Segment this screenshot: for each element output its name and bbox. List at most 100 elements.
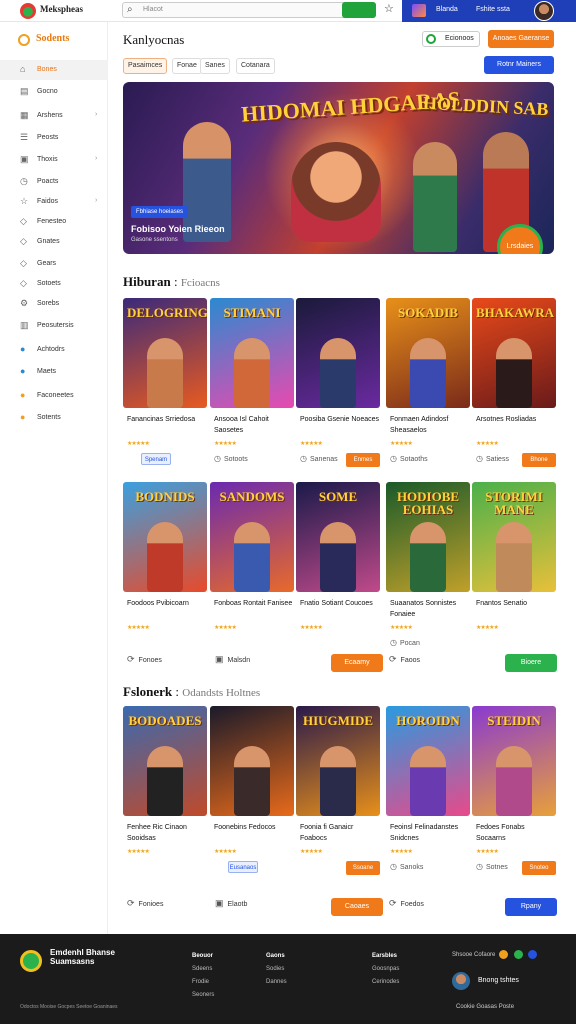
footer-col2-title: Gaons <box>266 953 285 959</box>
row-footer-button[interactable]: Ecaamy <box>331 654 383 672</box>
chip-3[interactable]: Cotanara <box>236 58 275 74</box>
sidebar-item[interactable]: ◷ Poacts <box>0 172 108 192</box>
social-orange-icon[interactable] <box>499 950 509 959</box>
game-card[interactable]: HIUGMIDE Foonia fi Ganaicr Foabocs ★★★★★ Ss… <box>296 706 380 882</box>
game-cover-image[interactable]: DELOGRING <box>123 298 207 408</box>
sidebar-item[interactable]: ☆ Faidos › <box>0 192 108 212</box>
rating-stars: ★★★★★ <box>214 849 237 855</box>
sidebar-item[interactable]: ⌂ Bones <box>0 60 108 80</box>
game-card[interactable]: Poosiba Gsenie Noeaces ★★★★★ ◷ Sanenas Enmes <box>296 298 380 474</box>
row-footer-item[interactable]: ⟳ Faoos Bioere <box>389 654 559 672</box>
banner-tag[interactable]: Fbhiase hoeiases <box>131 206 189 218</box>
sidebar-item[interactable]: ▤ Gocno <box>0 82 108 102</box>
language-label[interactable]: Blanda <box>436 6 458 13</box>
row-footer-button[interactable]: Rpany <box>505 898 557 916</box>
game-pill[interactable]: Spenam <box>141 453 171 465</box>
play-button[interactable]: Enmes <box>346 453 380 467</box>
row-footer-item[interactable]: ⟳ Foedos Rpany <box>389 898 559 916</box>
game-cover-image[interactable]: SOKADIB <box>386 298 470 408</box>
game-cover-image[interactable]: SANDOMS <box>210 482 294 592</box>
blue-dot-icon: ● <box>20 366 26 376</box>
game-card[interactable]: BODOADES Fenhee Ric Cinaon Sooidsas ★★★★★ <box>123 706 207 882</box>
footer-legal-links[interactable]: Cookie Goasas Poste <box>456 1004 514 1010</box>
sidebar-item[interactable]: ◇ Fenesteo <box>0 212 108 232</box>
game-card[interactable]: STORIMI MANE Fnantos Senatio ★★★★★ <box>472 482 556 658</box>
app-logo[interactable] <box>20 3 36 19</box>
footer-link[interactable]: Seoners <box>192 989 214 1002</box>
chip-1[interactable]: Fonae <box>172 58 202 74</box>
game-cover-image[interactable]: STEIDIN <box>472 706 556 816</box>
row-footer-item[interactable]: ⟳ Fonoes <box>127 654 211 670</box>
game-card[interactable]: HOROIDN Feoinsl Felinadanstes Snidcnes ★★★… <box>386 706 470 882</box>
game-card[interactable]: BODNIDS Foodoos Pvibicoarn ★★★★★ <box>123 482 207 658</box>
footer-link[interactable]: Sodies <box>266 963 287 976</box>
play-button[interactable]: Bhone <box>522 453 556 467</box>
row-footer-item[interactable]: ▣ Elaotb Caoaes <box>215 898 385 916</box>
orange-dot-icon: ● <box>20 412 26 422</box>
footer-link[interactable]: Sdeens <box>192 963 214 976</box>
game-card[interactable]: STIMANI Ansooa Isl Cahoit Saosetes ★★★★★ ◷ S… <box>210 298 294 474</box>
game-cover-image[interactable] <box>296 298 380 408</box>
play-button[interactable]: Ssoane <box>346 861 380 875</box>
play-button[interactable]: Snoteo <box>522 861 556 875</box>
sidebar-item[interactable]: ◇ Gnates <box>0 232 108 252</box>
blue-action-button[interactable]: Rotnr Mainers <box>484 56 554 74</box>
sidebar-item[interactable]: ⚙ Sorebs <box>0 294 108 314</box>
social-blue-icon[interactable] <box>528 950 538 959</box>
game-cover-image[interactable]: STORIMI MANE <box>472 482 556 592</box>
sidebar-item[interactable]: ▥ Peosutersis <box>0 316 108 336</box>
game-cover-image[interactable]: HOROIDN <box>386 706 470 816</box>
subscribe-button[interactable]: Ecionoos <box>422 31 480 47</box>
hero-banner[interactable]: HIDOMAI HDGARAS HOLDDIN SAB Fbhiase hoei… <box>123 82 554 254</box>
primary-action-button[interactable]: Anoaes Gaeranse <box>488 30 554 48</box>
game-cover-image[interactable]: BHAKAWRA <box>472 298 556 408</box>
search-button[interactable] <box>342 2 376 18</box>
search-input[interactable]: ⌕ Hlacot <box>122 2 376 18</box>
footer-link[interactable]: Goosnpas <box>372 963 399 976</box>
game-cover-image[interactable]: HIUGMIDE <box>296 706 380 816</box>
footer-avatar[interactable] <box>452 972 470 990</box>
sidebar-item[interactable]: ● Achtodrs <box>0 340 108 360</box>
game-cover-image[interactable]: BODNIDS <box>123 482 207 592</box>
game-card[interactable]: SOME Fnatio Sotiant Coucoes ★★★★★ <box>296 482 380 658</box>
game-card[interactable]: STEIDIN Fedoes Fonabs Socaarns ★★★★★ ◷ Sotne… <box>472 706 556 882</box>
game-card[interactable]: SOKADIB Fonmaen Adindosf Sheasaelos ★★★★★ ◷… <box>386 298 470 474</box>
game-cover-image[interactable] <box>210 706 294 816</box>
game-card[interactable]: Foonebins Fedocos ★★★★★ Eusanaos <box>210 706 294 882</box>
sidebar-item[interactable]: ☰ Peosts <box>0 128 108 148</box>
sidebar-item[interactable]: ● Sotents <box>0 408 108 428</box>
game-cover-image[interactable]: SOME <box>296 482 380 592</box>
row-footer-item[interactable]: ⟳ Fonioes <box>127 898 211 914</box>
game-card[interactable]: SANDOMS Fonboas Rontait Fanisee ★★★★★ <box>210 482 294 658</box>
game-card[interactable]: BHAKAWRA Arsotnes Rosliadas ★★★★★ ◷ Satiess B… <box>472 298 556 474</box>
row-footer-button[interactable]: Bioere <box>505 654 557 672</box>
sidebar-item[interactable]: ◇ Gears <box>0 254 108 274</box>
avatar[interactable] <box>534 1 554 21</box>
rating-stars: ★★★★★ <box>476 625 499 631</box>
game-cover-image[interactable]: STIMANI <box>210 298 294 408</box>
game-card[interactable]: DELOGRING Fanancinas Srriedosa ★★★★★ Spenam <box>123 298 207 474</box>
game-card[interactable]: HODIOBE EOHIAS Suaanatos Sonnistes Fonaie… <box>386 482 470 658</box>
chip-0[interactable]: Pasaimces <box>123 58 168 74</box>
sidebar-item[interactable]: ▣ Thoxis › <box>0 150 108 170</box>
sidebar-item[interactable]: ● Maets <box>0 362 108 382</box>
language-flag-icon[interactable] <box>412 4 426 17</box>
footer-column: Gaons Sodies Dannes <box>266 950 287 989</box>
sidebar-item[interactable]: ◇ Sotoets <box>0 274 108 294</box>
row-footer-item[interactable]: ▣ Malsdn Ecaamy <box>215 654 385 672</box>
chip-2[interactable]: Sanes <box>200 58 230 74</box>
game-cover-image[interactable]: BODOADES <box>123 706 207 816</box>
user-links[interactable]: Fshite ssta <box>476 6 510 13</box>
calendar-icon: ▥ <box>20 320 29 330</box>
game-cover-image[interactable]: HODIOBE EOHIAS <box>386 482 470 592</box>
footer-link[interactable]: Dannes <box>266 976 287 989</box>
social-green-icon[interactable] <box>513 950 523 959</box>
rating-stars: ★★★★★ <box>300 625 323 631</box>
sidebar-item[interactable]: ● Faconeetes <box>0 386 108 406</box>
sidebar-item[interactable]: ▦ Arshens › <box>0 106 108 126</box>
footer-link[interactable]: Cerinodes <box>372 976 399 989</box>
star-icon[interactable]: ☆ <box>384 2 394 15</box>
game-pill[interactable]: Eusanaos <box>228 861 258 873</box>
row-footer-button[interactable]: Caoaes <box>331 898 383 916</box>
footer-link[interactable]: Frodie <box>192 976 214 989</box>
